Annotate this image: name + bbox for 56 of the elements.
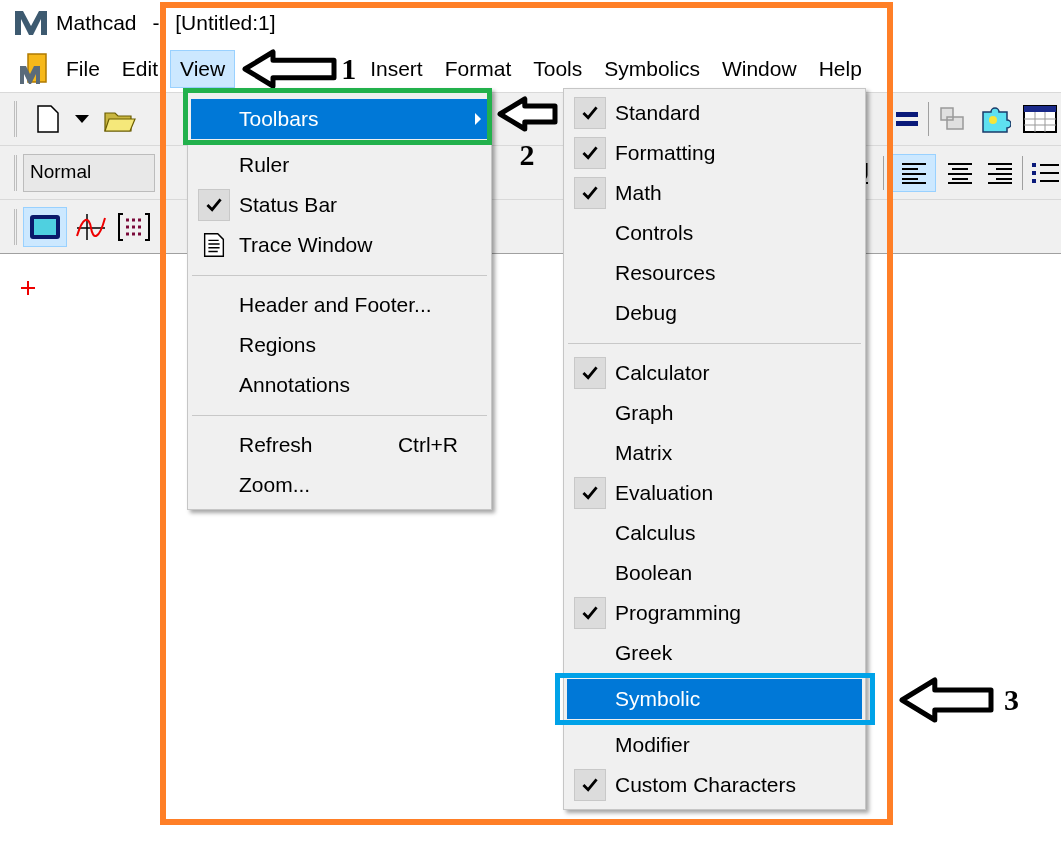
menu-item[interactable]: Greek bbox=[567, 633, 862, 673]
menu-item[interactable]: Math bbox=[567, 173, 862, 213]
menu-item[interactable]: Evaluation bbox=[567, 473, 862, 513]
align-left-icon[interactable] bbox=[892, 153, 936, 192]
menu-item[interactable]: Modifier bbox=[567, 725, 862, 765]
bullet-list-icon[interactable] bbox=[1031, 161, 1059, 184]
align-right-icon[interactable] bbox=[986, 161, 1014, 184]
new-document-icon[interactable] bbox=[35, 104, 61, 134]
equals-icon[interactable] bbox=[894, 110, 920, 128]
table-icon[interactable] bbox=[1023, 105, 1057, 133]
menu-item[interactable]: Boolean bbox=[567, 553, 862, 593]
menu-item[interactable]: Graph bbox=[567, 393, 862, 433]
callout-number: 3 bbox=[1004, 685, 1019, 715]
submenu-arrow-icon bbox=[474, 112, 482, 126]
caret-icon[interactable] bbox=[75, 115, 89, 123]
crosshair-icon bbox=[20, 280, 36, 296]
menu-bar-item[interactable]: Symbolics bbox=[594, 50, 710, 88]
menu-item[interactable]: Calculator bbox=[567, 353, 862, 393]
puzzle-icon[interactable] bbox=[979, 104, 1011, 134]
window-title: Mathcad - [Untitled:1] bbox=[56, 10, 276, 37]
menu-item[interactable]: Trace Window bbox=[191, 225, 488, 265]
callout-number: 2 bbox=[519, 140, 535, 170]
menu-item[interactable]: Formatting bbox=[567, 133, 862, 173]
menu-bar-item[interactable]: Help bbox=[808, 50, 872, 88]
align-center-icon[interactable] bbox=[946, 161, 974, 184]
style-dropdown[interactable]: Normal bbox=[23, 153, 155, 192]
callout-arrow bbox=[496, 96, 558, 132]
menu-item[interactable]: Resources bbox=[567, 253, 862, 293]
menu-item[interactable]: Status Bar bbox=[191, 185, 488, 225]
menu-item[interactable]: Header and Footer... bbox=[191, 285, 488, 325]
menu-item[interactable]: Standard bbox=[567, 93, 862, 133]
menu-item[interactable]: Matrix bbox=[567, 433, 862, 473]
menu-bar-item[interactable]: File bbox=[56, 50, 110, 88]
menu-item[interactable]: Custom Characters bbox=[567, 765, 862, 805]
menu-bar-item[interactable]: Format bbox=[434, 50, 522, 88]
menu-item[interactable]: Annotations bbox=[191, 365, 488, 405]
app-logo-icon bbox=[14, 9, 48, 37]
menu-item[interactable]: Controls bbox=[567, 213, 862, 253]
menu-bar-item[interactable]: Tools bbox=[523, 50, 593, 88]
callout-number: 1 bbox=[341, 54, 357, 84]
menu-item[interactable]: Zoom... bbox=[191, 465, 488, 505]
menu-bar-item[interactable]: Insert bbox=[360, 50, 433, 88]
menu-item[interactable]: Debug bbox=[567, 293, 862, 333]
matrix-icon[interactable] bbox=[117, 211, 151, 242]
menu-item[interactable]: Calculus bbox=[567, 513, 862, 553]
menu-bar-item[interactable]: Edit bbox=[111, 50, 169, 88]
menu-bar-item[interactable]: Window bbox=[711, 50, 807, 88]
graph-icon[interactable] bbox=[75, 211, 107, 242]
calculator-icon[interactable] bbox=[23, 206, 67, 247]
menu-item[interactable]: Programming bbox=[567, 593, 862, 633]
menu-item[interactable]: Toolbars bbox=[191, 99, 488, 139]
menu-item[interactable]: Symbolic bbox=[567, 679, 862, 719]
menu-item[interactable]: Regions bbox=[191, 325, 488, 365]
menu-item[interactable]: Ruler bbox=[191, 145, 488, 185]
menu-item[interactable]: Refresh Ctrl+R bbox=[191, 425, 488, 465]
menu-bar-item[interactable]: View bbox=[170, 50, 236, 88]
